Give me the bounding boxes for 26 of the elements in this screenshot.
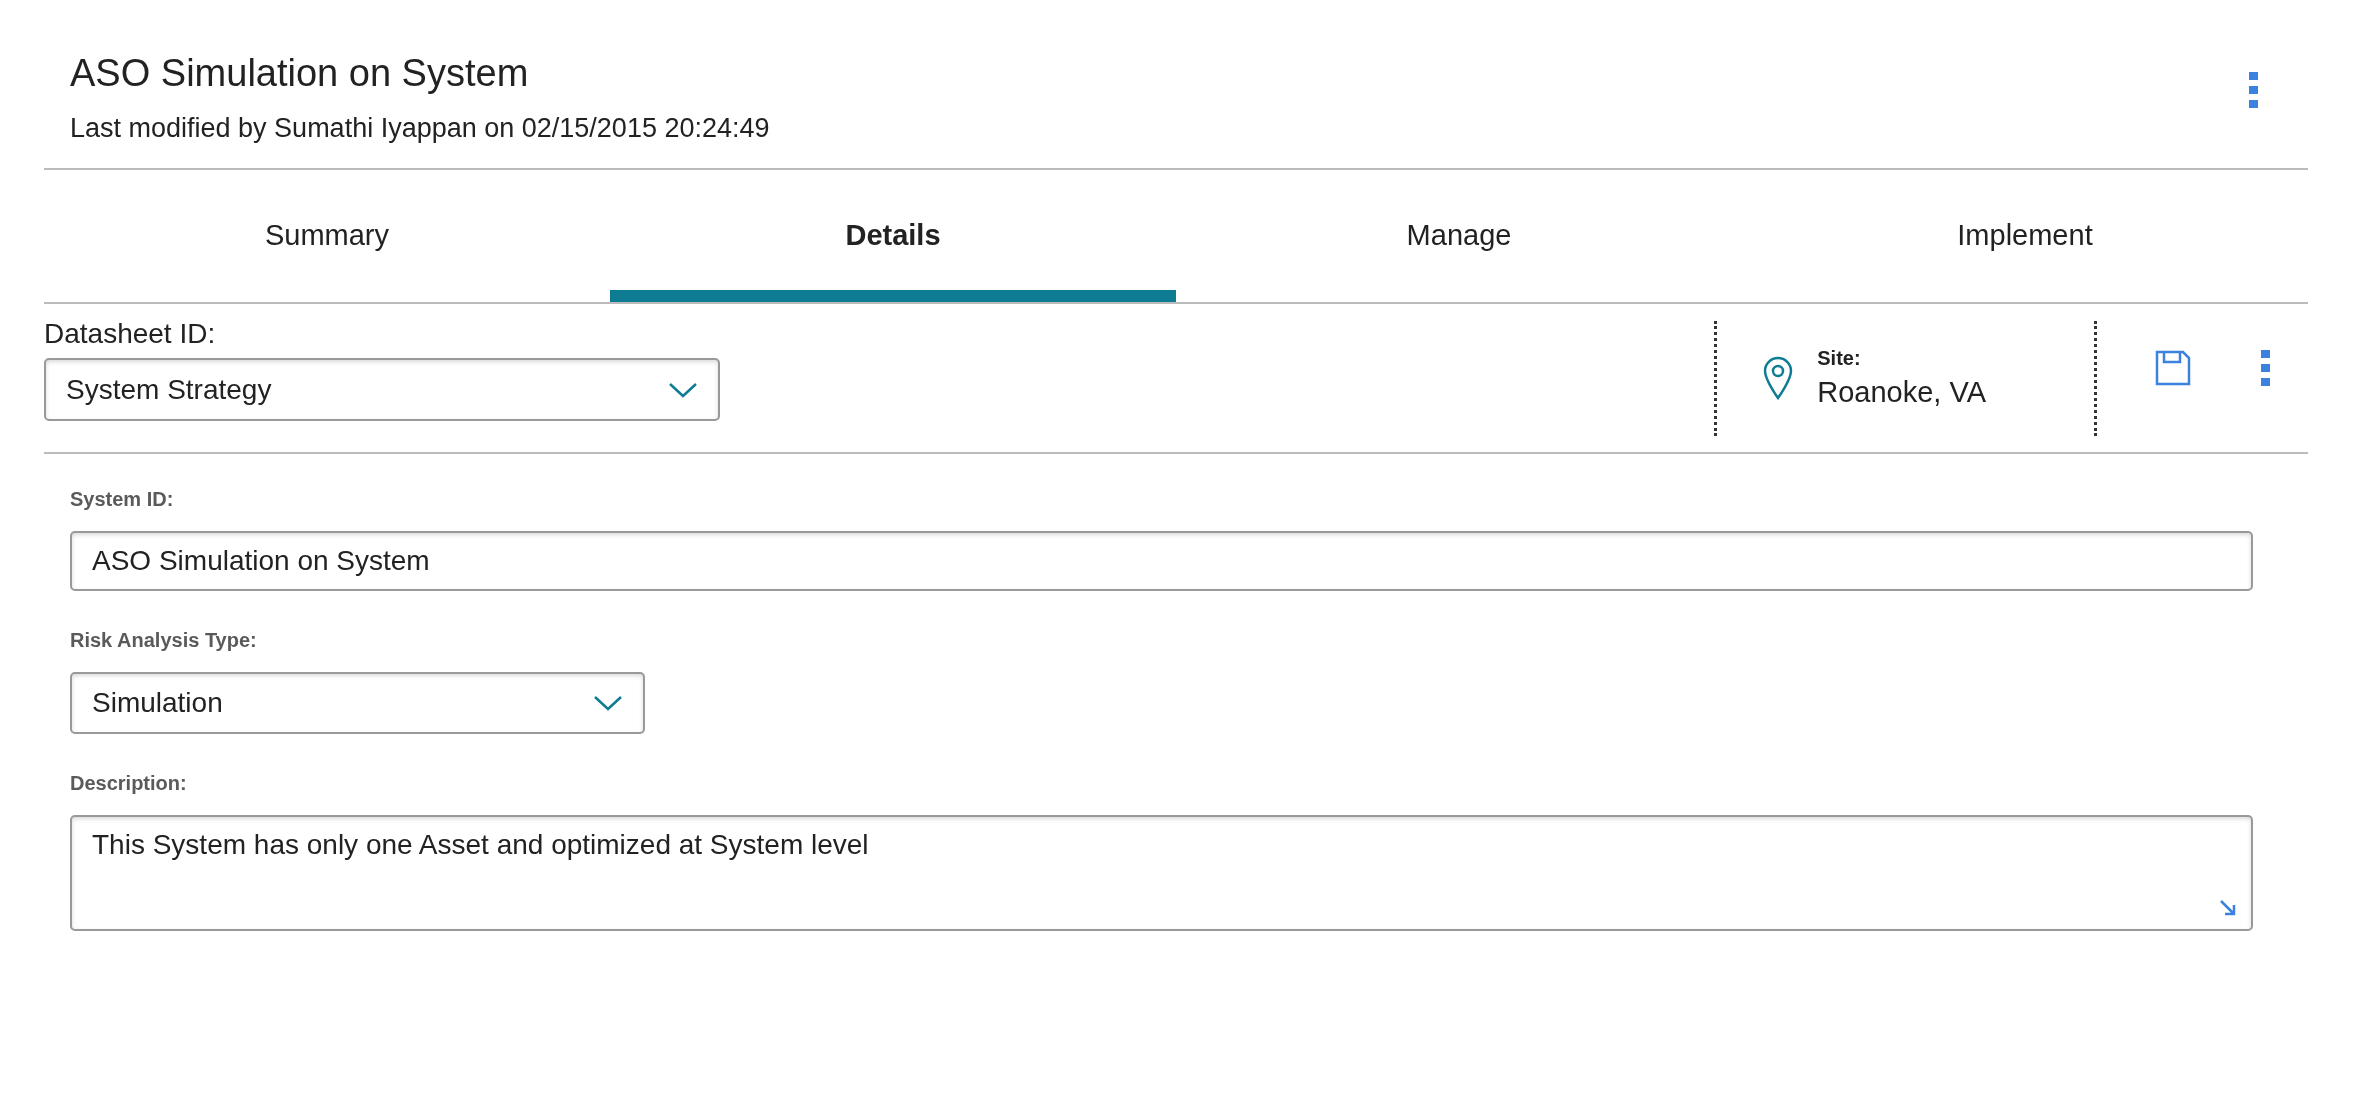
dropdown-value: Simulation bbox=[92, 687, 223, 719]
more-options-icon[interactable] bbox=[2261, 350, 2270, 386]
chevron-down-icon bbox=[593, 694, 623, 712]
datasheet-dropdown[interactable]: System Strategy bbox=[44, 358, 720, 421]
datasheet-label: Datasheet ID: bbox=[44, 318, 217, 350]
description-field[interactable]: This System has only one Asset and optimized at System level bbox=[70, 815, 2253, 931]
site-label: Site: bbox=[1817, 347, 1862, 370]
field-label: System ID: bbox=[70, 488, 175, 511]
system-id-field[interactable]: ASO Simulation on System bbox=[70, 531, 2253, 591]
dropdown-value: System Strategy bbox=[66, 373, 272, 406]
resize-handle-icon[interactable] bbox=[2219, 899, 2237, 917]
tab[interactable]: Summary bbox=[44, 170, 610, 302]
dropdown-field[interactable]: Simulation bbox=[70, 672, 645, 734]
location-pin-icon bbox=[1763, 356, 1794, 400]
page-title: ASO Simulation on System bbox=[70, 52, 530, 95]
description-text: This System has only one Asset and optimized at System level bbox=[92, 829, 869, 860]
last-modified-text: Last modified by Sumathi Iyappan on 02/15/2015 20:24:49 bbox=[70, 113, 770, 144]
tab[interactable]: Implement bbox=[1742, 170, 2308, 302]
tab[interactable]: Manage bbox=[1176, 170, 1742, 302]
tab[interactable]: Details bbox=[610, 170, 1176, 302]
more-options-icon[interactable] bbox=[2249, 72, 2258, 108]
save-icon[interactable] bbox=[2155, 350, 2191, 386]
field-label: Description: bbox=[70, 772, 188, 795]
chevron-down-icon bbox=[668, 380, 698, 399]
site-value: Roanoke, VA bbox=[1817, 376, 1986, 409]
field-label: Risk Analysis Type: bbox=[70, 629, 258, 652]
